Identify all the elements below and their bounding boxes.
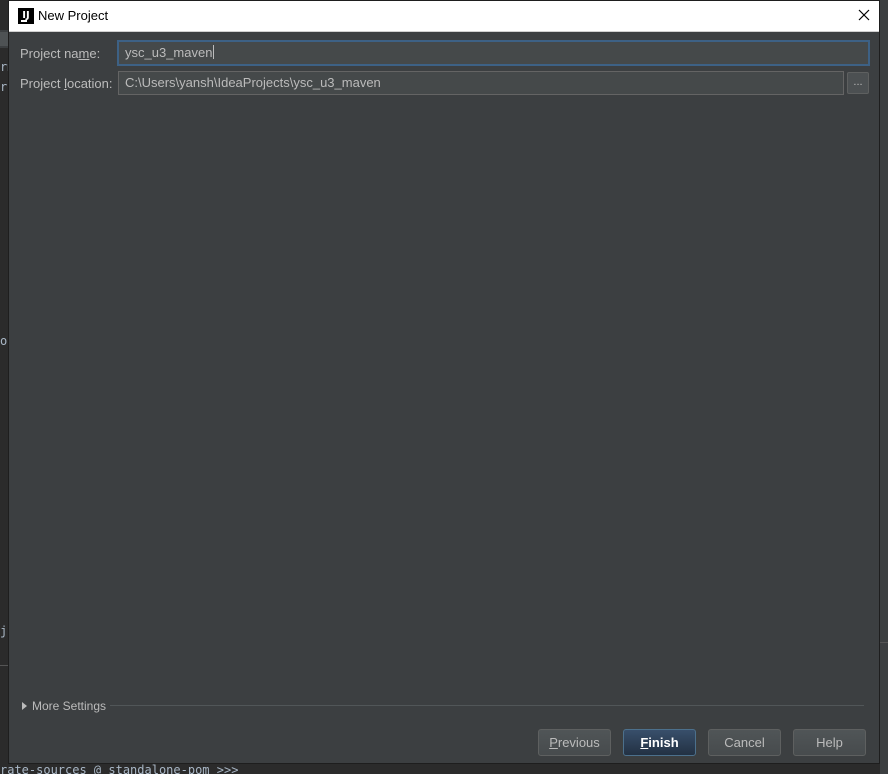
project-location-label: Project location: xyxy=(20,76,113,91)
project-name-label: Project name: xyxy=(20,46,101,61)
new-project-dialog: IJ New Project Project name: ysc_u3_mave… xyxy=(8,0,880,764)
text-caret xyxy=(213,45,215,59)
dialog-titlebar: IJ New Project xyxy=(9,1,879,32)
more-settings-divider xyxy=(110,705,864,706)
intellij-idea-icon: IJ xyxy=(18,8,34,24)
expand-triangle-icon xyxy=(22,702,27,710)
help-button[interactable]: Help xyxy=(793,729,866,756)
more-settings-label: More Settings xyxy=(32,699,107,713)
browse-location-button[interactable]: ... xyxy=(847,72,869,94)
close-button[interactable] xyxy=(849,1,879,31)
previous-button[interactable]: Previous xyxy=(538,729,611,756)
finish-button[interactable]: Finish xyxy=(623,729,696,756)
close-icon xyxy=(858,9,870,21)
background-divider xyxy=(880,642,888,643)
project-name-input[interactable]: ysc_u3_maven xyxy=(118,41,869,65)
background-console-line: rate-sources @ standalone-pom >>> xyxy=(0,764,239,774)
background-tab xyxy=(0,32,8,46)
background-divider xyxy=(0,665,8,666)
dialog-title: New Project xyxy=(38,8,109,23)
cancel-button[interactable]: Cancel xyxy=(708,729,781,756)
project-name-row: Project name: ysc_u3_maven xyxy=(20,41,870,65)
project-location-input[interactable]: C:\Users\yansh\IdeaProjects\ysc_u3_maven xyxy=(118,71,844,95)
background-right-edge xyxy=(880,0,888,774)
project-location-row: Project location: C:\Users\yansh\IdeaPro… xyxy=(20,71,870,95)
